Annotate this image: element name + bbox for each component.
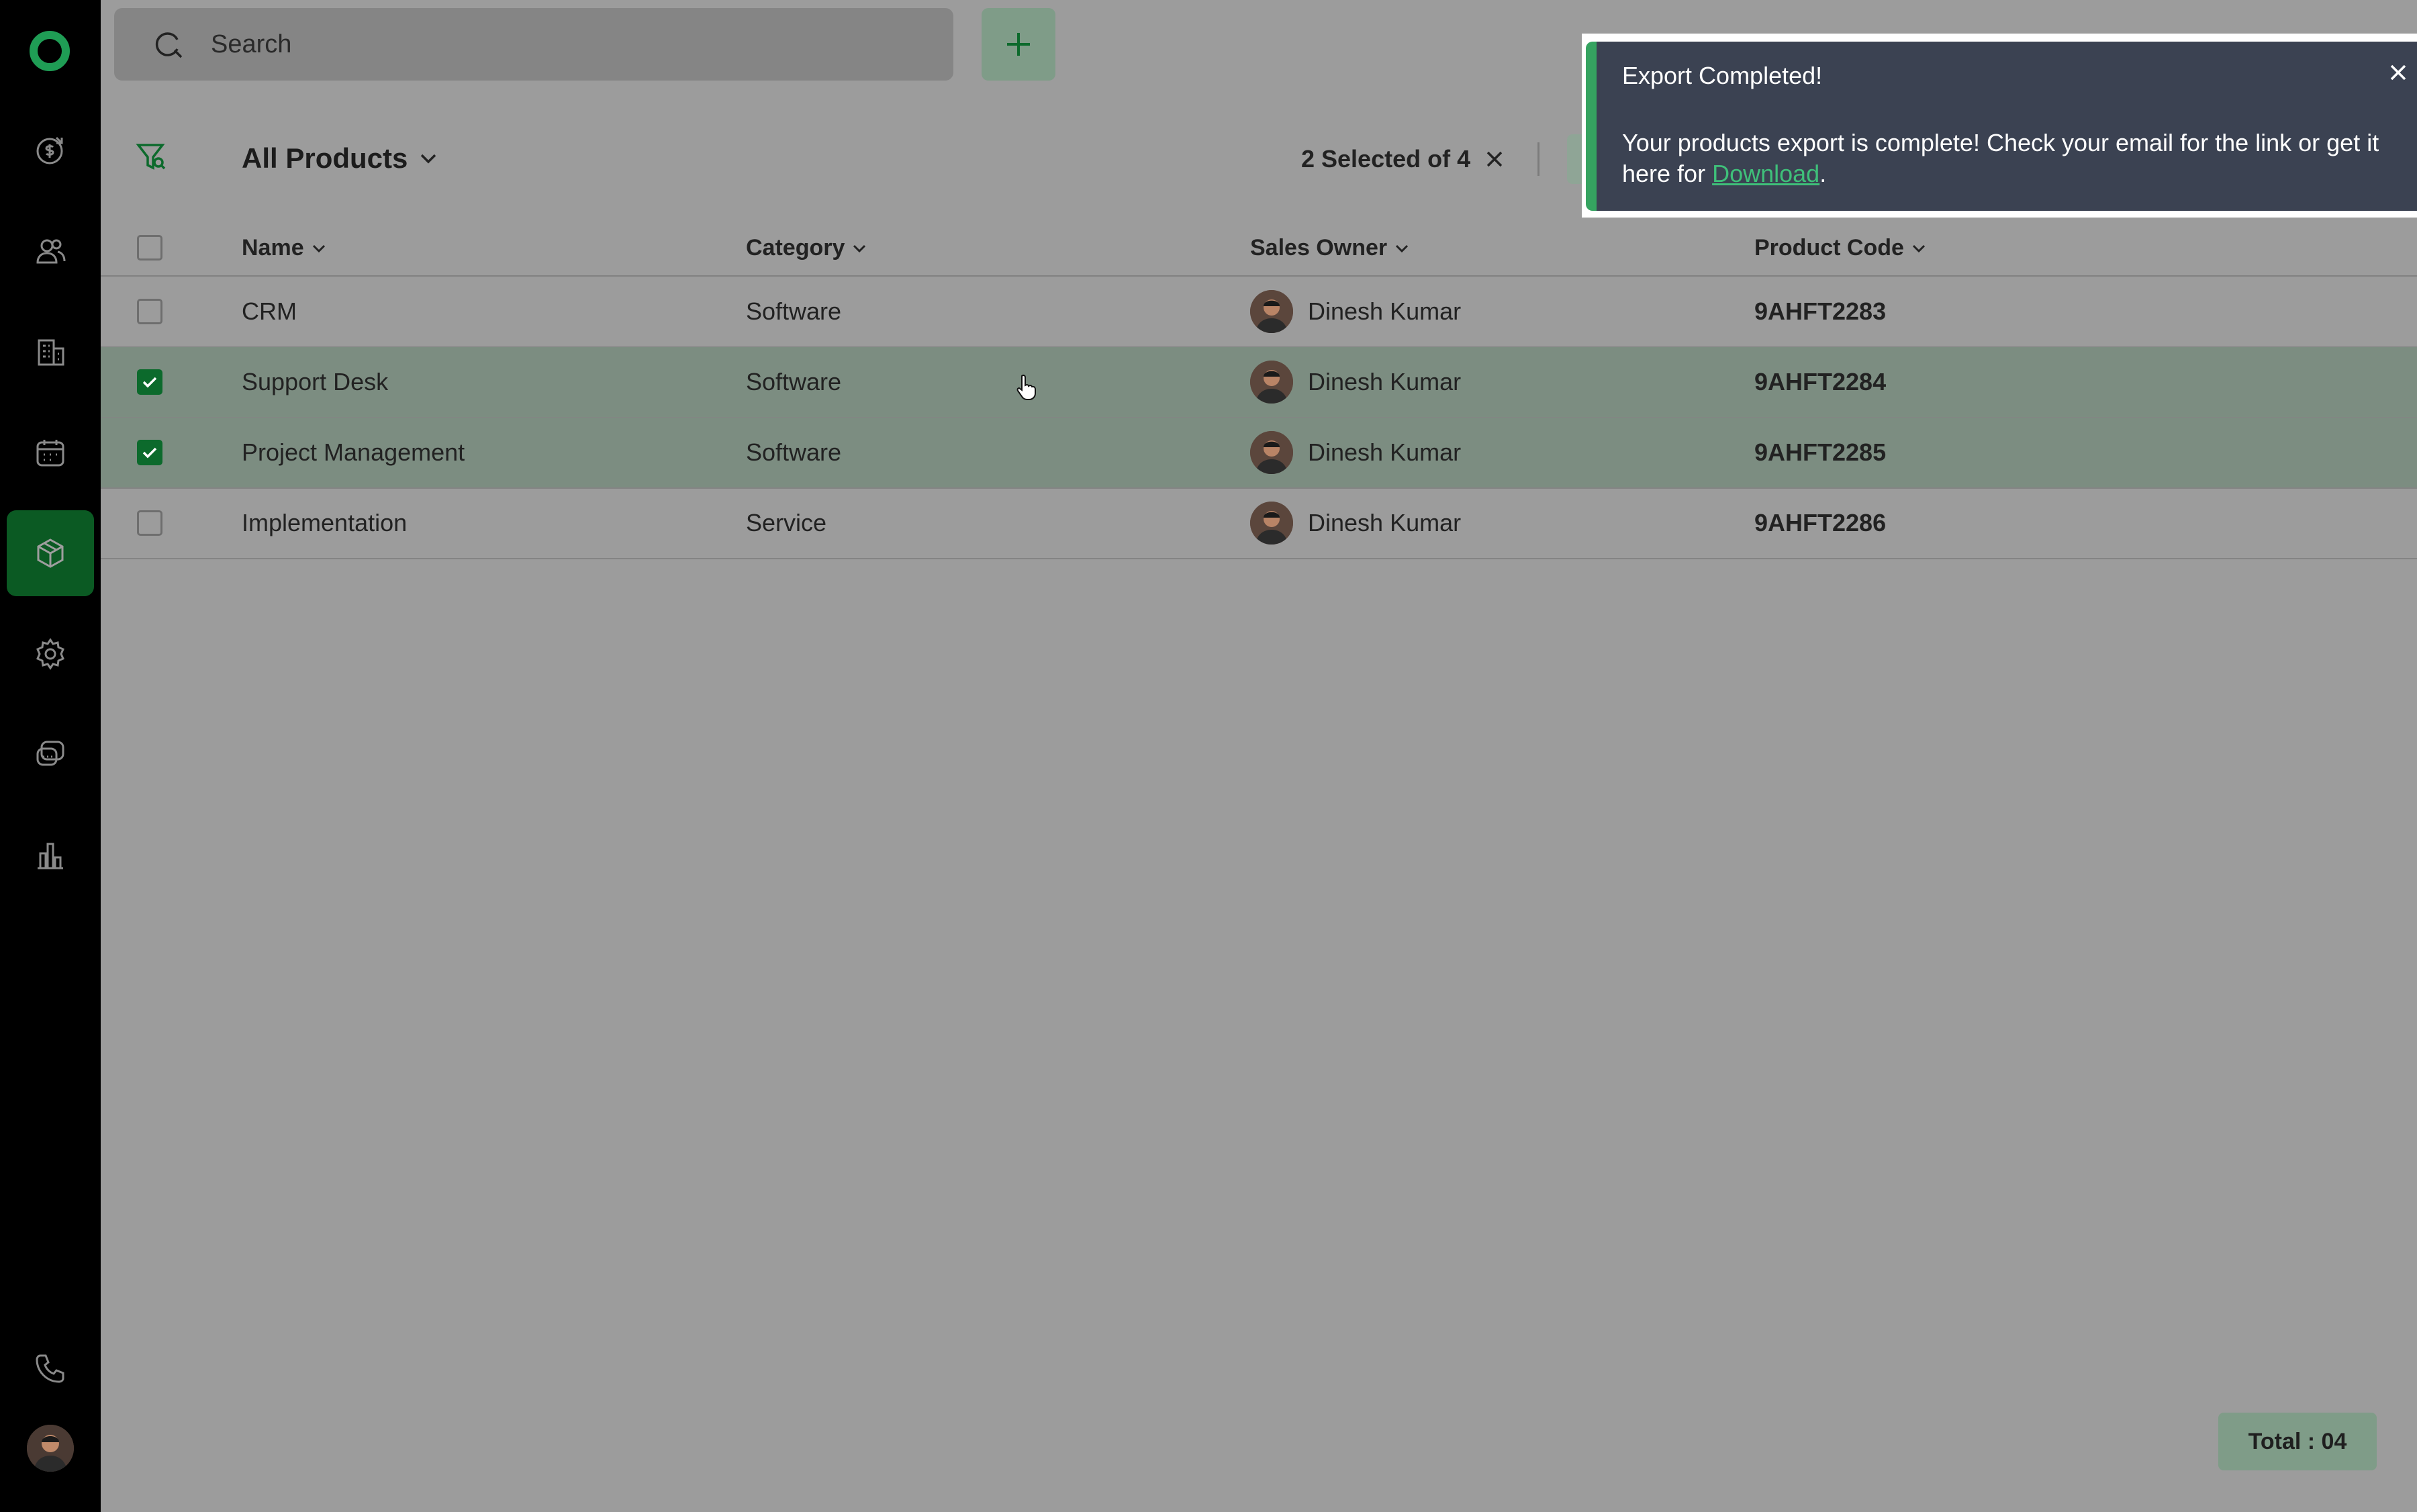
selection-summary: 2 Selected of 4 [1301,145,1505,173]
user-avatar[interactable] [27,1425,74,1472]
view-selector[interactable]: All Products [242,142,440,175]
avatar [1250,290,1293,333]
avatar [1250,361,1293,404]
products-icon [37,538,64,568]
contacts-icon [36,239,66,264]
selection-count: 2 Selected of 4 [1301,145,1471,173]
avatar [1250,431,1293,474]
sidebar-item-phone[interactable] [7,1325,94,1411]
phone-icon [36,1354,64,1383]
product-category: Service [746,509,827,536]
search-bar[interactable]: Search [114,8,953,81]
owner-name: Dinesh Kumar [1308,368,1462,395]
product-category: Software [746,297,842,325]
sidebar-item-reports[interactable] [7,812,94,898]
table-row[interactable]: Project Management Software Dinesh Kumar… [101,418,2417,489]
deals-icon [36,136,63,164]
total-count-badge: Total : 04 [2218,1413,2377,1470]
avatar [1250,502,1293,545]
product-name[interactable]: CRM [242,277,297,346]
chevron-down-icon [1396,244,1409,252]
sidebar-item-deals[interactable] [7,107,94,193]
add-product-button[interactable] [982,8,1055,81]
column-header-sales-owner[interactable]: Sales Owner [1250,235,1411,261]
sales-owner: Dinesh Kumar [1250,277,1461,346]
owner-name: Dinesh Kumar [1308,438,1462,466]
product-name[interactable]: Project Management [242,418,465,487]
download-link[interactable]: Download [1712,160,1819,187]
clear-selection-icon[interactable] [1484,148,1505,170]
checkmark-icon [142,447,157,459]
sidebar-item-calendar[interactable] [7,410,94,495]
row-checkbox[interactable] [137,440,162,465]
table-row[interactable]: CRM Software Dinesh Kumar 9AHFT2283 [101,277,2417,348]
column-header-product-code[interactable]: Product Code [1754,235,1928,261]
table-row[interactable]: Implementation Service Dinesh Kumar 9AHF… [101,488,2417,559]
companies-icon [38,339,64,366]
sales-owner: Dinesh Kumar [1250,418,1461,487]
toast-title: Export Completed! [1622,62,1823,89]
search-icon [155,32,183,58]
select-all-checkbox[interactable] [137,235,162,261]
calendar-icon [36,440,64,467]
toolbar-divider [1537,142,1539,176]
plus-icon [1007,33,1030,56]
chevron-down-icon [421,154,436,164]
sidebar-item-products[interactable] [7,510,94,596]
sidebar [0,0,101,1512]
product-code: 9AHFT2285 [1754,438,1887,466]
table-row[interactable]: Support Desk Software Dinesh Kumar 9AHFT… [101,347,2417,418]
checkmark-icon [142,377,157,388]
column-header-name[interactable]: Name [242,235,328,261]
search-input[interactable]: Search [211,30,291,59]
product-code: 9AHFT2284 [1754,368,1887,395]
filter-icon [136,144,166,170]
chevron-down-icon [312,244,325,252]
product-name[interactable]: Implementation [242,488,407,558]
sales-owner: Dinesh Kumar [1250,488,1461,558]
row-checkbox[interactable] [137,299,162,324]
reports-icon [38,843,63,869]
close-icon [2390,64,2406,81]
row-checkbox[interactable] [137,369,162,395]
product-code: 9AHFT2283 [1754,297,1887,325]
view-label: All Products [242,142,408,174]
row-checkbox[interactable] [137,510,162,536]
sidebar-item-contacts[interactable] [7,208,94,294]
chevron-down-icon [853,244,866,252]
sidebar-item-chat[interactable] [7,712,94,798]
product-category: Software [746,438,842,466]
sidebar-item-settings[interactable] [7,611,94,697]
product-category: Software [746,368,842,395]
sales-owner: Dinesh Kumar [1250,347,1461,417]
export-toast: Export Completed! Your products export i… [1586,42,2417,211]
toast-message: Your products export is complete! Check … [1622,129,2379,187]
hand-cursor-icon [1015,373,1038,400]
chat-icon [36,741,64,766]
chevron-down-icon [1912,244,1925,252]
owner-name: Dinesh Kumar [1308,297,1462,325]
product-code: 9AHFT2286 [1754,509,1887,536]
filter-button[interactable] [134,140,168,173]
product-name[interactable]: Support Desk [242,347,388,417]
settings-icon [36,638,64,670]
toast-close-button[interactable] [2386,60,2410,85]
column-header-category[interactable]: Category [746,235,869,261]
app-logo[interactable] [27,28,73,74]
sidebar-item-companies[interactable] [7,309,94,395]
table-header: Name Category Sales Owner Product Code [101,222,2417,277]
owner-name: Dinesh Kumar [1308,509,1462,536]
